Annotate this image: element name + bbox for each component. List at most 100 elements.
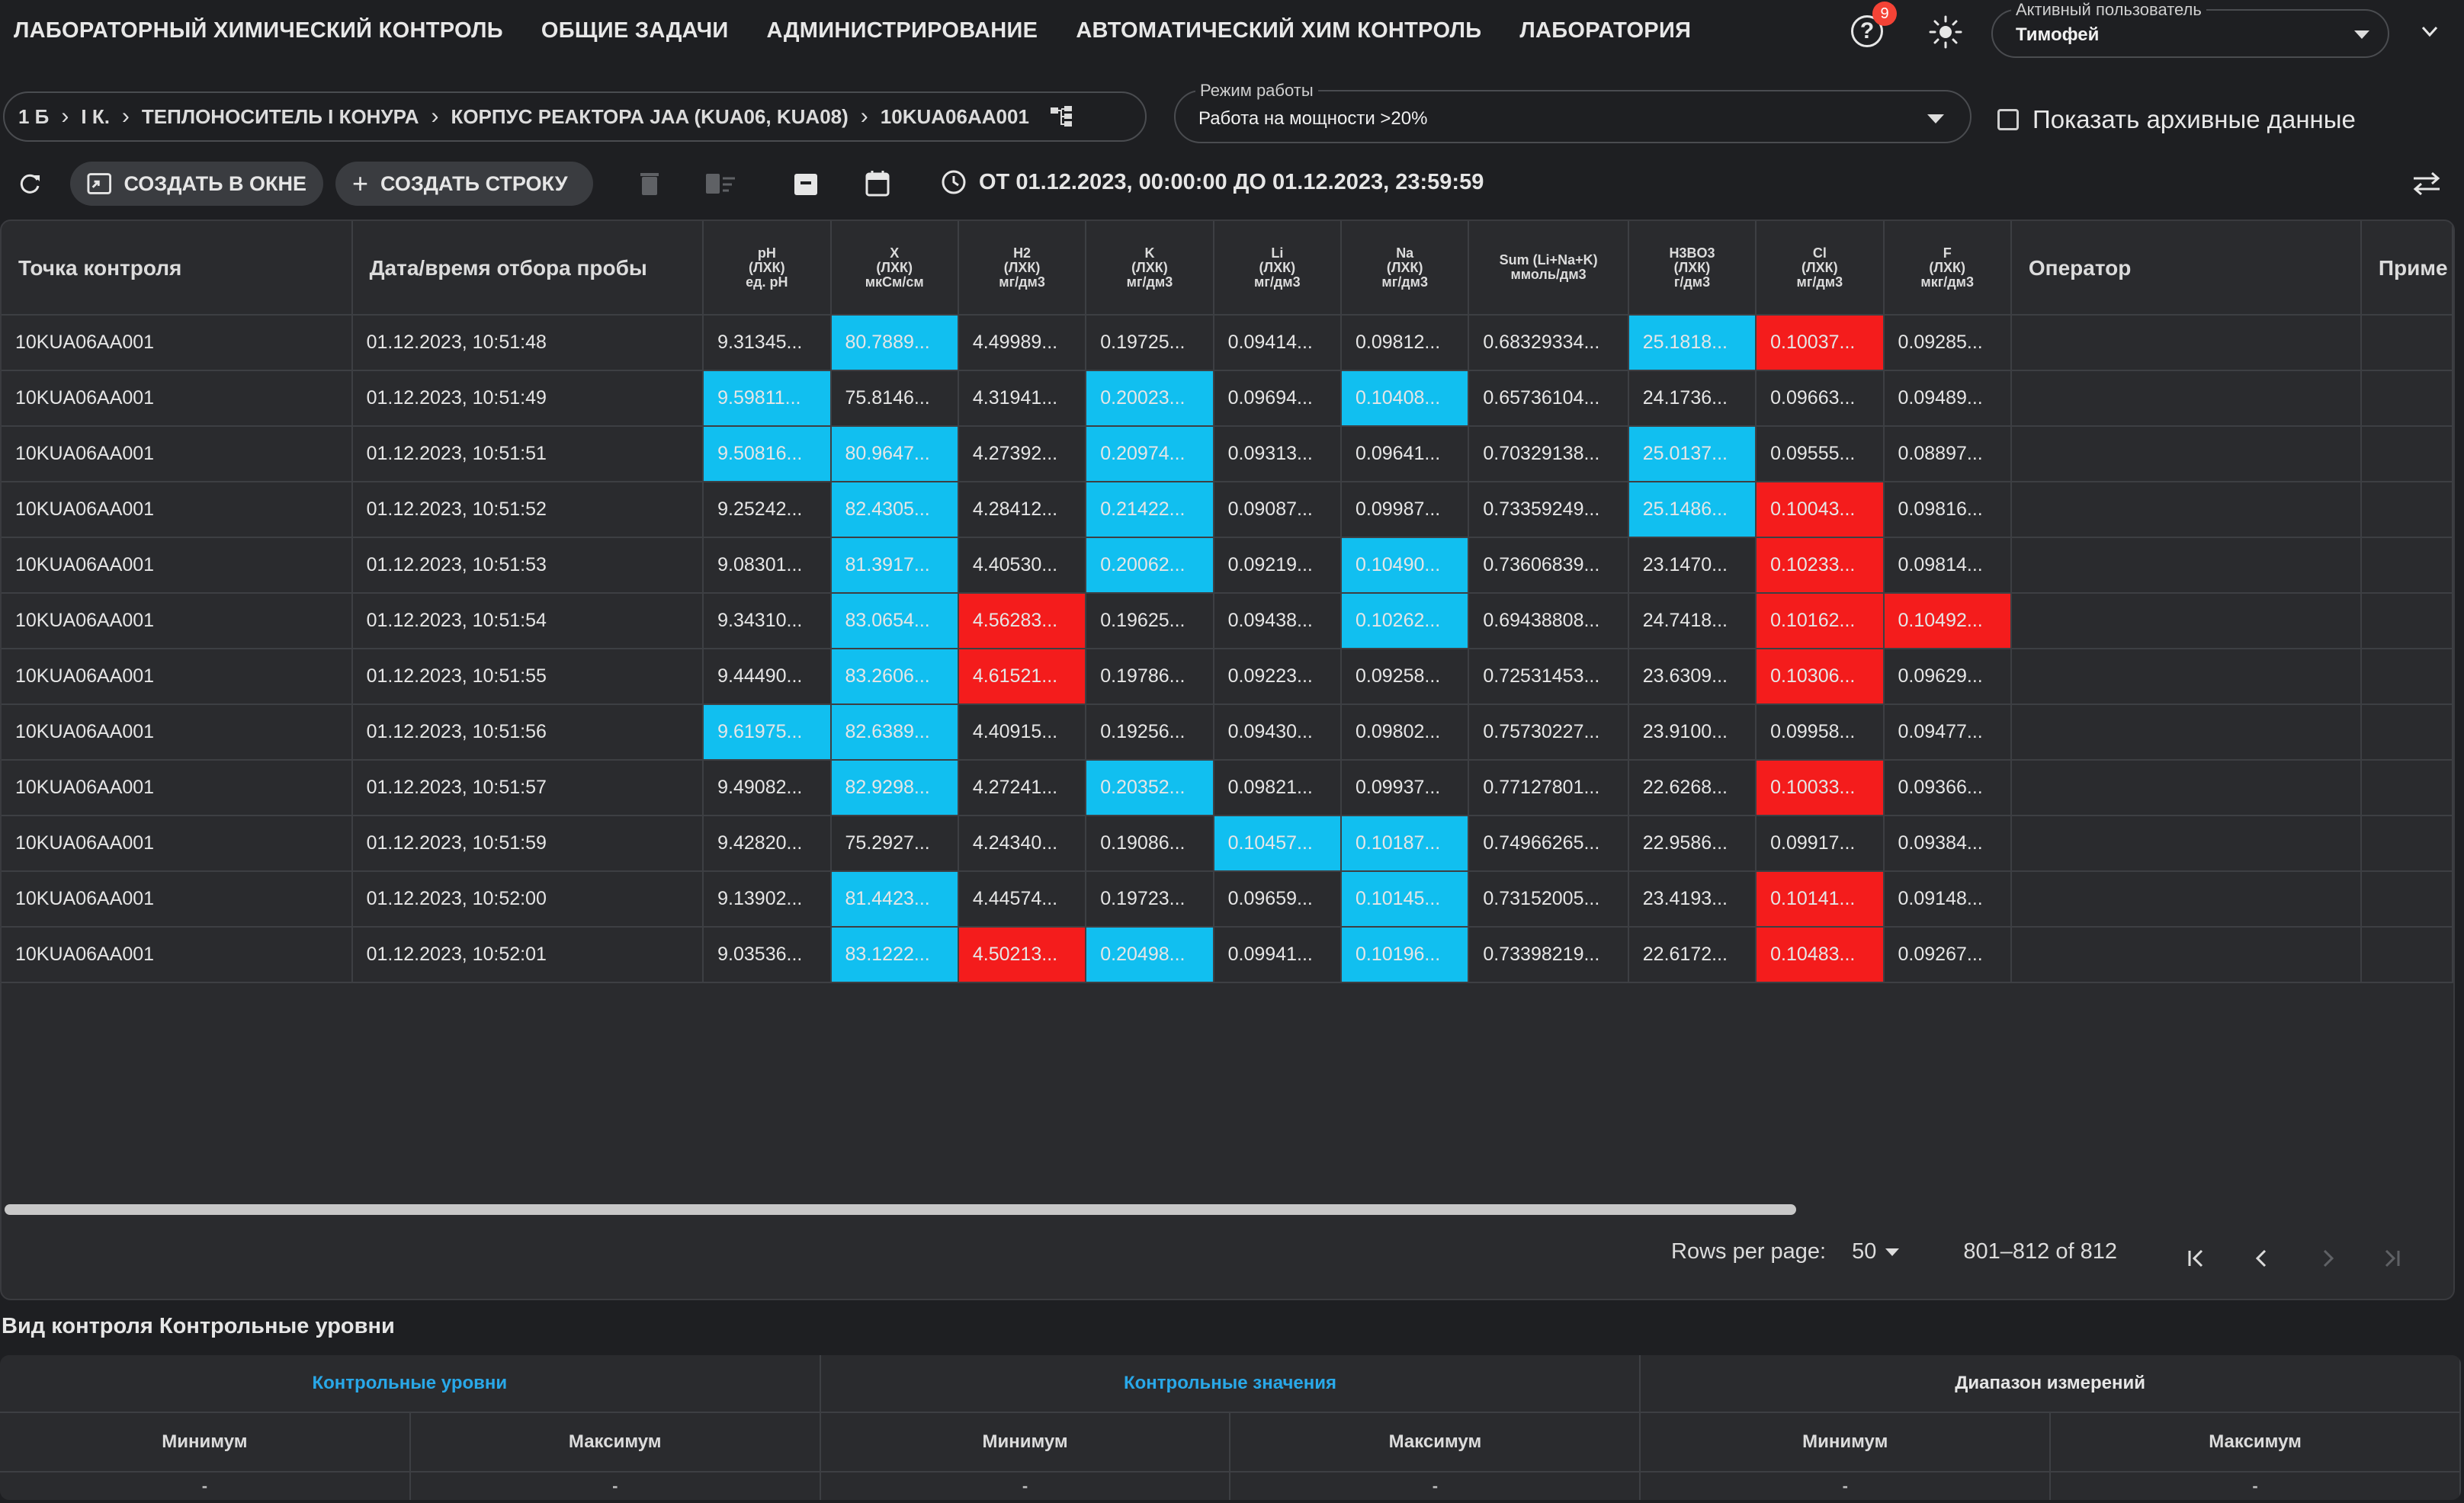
cell-datetime[interactable]: 01.12.2023, 10:52:00 bbox=[351, 871, 704, 928]
cell-f[interactable]: 0.09267... bbox=[1883, 927, 2012, 983]
column-header-f[interactable]: F (ЛХК) мкг/дм3 bbox=[1883, 221, 2012, 316]
cell-li[interactable]: 0.09219... bbox=[1213, 537, 1343, 594]
cell-h2[interactable]: 4.24340... bbox=[958, 816, 1087, 872]
cell-datetime[interactable]: 01.12.2023, 10:51:52 bbox=[351, 482, 704, 538]
cell-cl[interactable]: 0.09917... bbox=[1756, 816, 1885, 872]
chevron-down-icon[interactable] bbox=[1885, 1248, 1900, 1256]
cell-x[interactable]: 82.6389... bbox=[830, 704, 959, 761]
cell-na[interactable]: 0.10187... bbox=[1341, 816, 1470, 872]
table-row[interactable]: 10KUA06AA001 01.12.2023, 10:52:01 9.03536.… bbox=[2, 927, 2453, 983]
cell-operator[interactable] bbox=[2010, 537, 2362, 594]
cell-note[interactable] bbox=[2360, 482, 2453, 538]
calendar-icon[interactable] bbox=[865, 169, 890, 197]
delete-icon[interactable] bbox=[639, 171, 660, 197]
breadcrumb-item[interactable]: ТЕПЛОНОСИТЕЛЬ I КОНУРА bbox=[142, 105, 419, 129]
breadcrumb-item[interactable]: КОРПУС РЕАКТОРА JAA (KUA06, KUA08) bbox=[451, 105, 848, 129]
cell-na[interactable]: 0.09641... bbox=[1341, 426, 1470, 482]
cell-sum[interactable]: 0.73152005... bbox=[1468, 871, 1629, 928]
cell-h3bo3[interactable]: 22.6268... bbox=[1628, 760, 1757, 816]
cell-li[interactable]: 0.09313... bbox=[1213, 426, 1343, 482]
cell-cl[interactable]: 0.10306... bbox=[1756, 649, 1885, 705]
cell-note[interactable] bbox=[2360, 315, 2453, 371]
cell-li[interactable]: 0.09821... bbox=[1213, 760, 1343, 816]
cell-h3bo3[interactable]: 25.0137... bbox=[1628, 426, 1757, 482]
cell-sum[interactable]: 0.68329334... bbox=[1468, 315, 1629, 371]
column-header-ph[interactable]: pH (ЛХК) ед. pH bbox=[703, 221, 832, 316]
nav-laboratory[interactable]: ЛАБОРАТОРИЯ bbox=[1519, 18, 1691, 43]
cell-sum[interactable]: 0.70329138... bbox=[1468, 426, 1629, 482]
cell-point[interactable]: 10KUA06AA001 bbox=[2, 871, 353, 928]
cell-ph[interactable]: 9.08301... bbox=[703, 537, 832, 594]
column-header-sum[interactable]: Sum (Li+Na+K) ммоль/дм3 bbox=[1468, 221, 1629, 316]
cell-li[interactable]: 0.09941... bbox=[1213, 927, 1343, 983]
create-row-button[interactable]: + СОЗДАТЬ СТРОКУ bbox=[335, 162, 593, 206]
cell-h2[interactable]: 4.56283... bbox=[958, 593, 1087, 649]
cell-h2[interactable]: 4.40915... bbox=[958, 704, 1087, 761]
cell-datetime[interactable]: 01.12.2023, 10:51:55 bbox=[351, 649, 704, 705]
cell-ph[interactable]: 9.49082... bbox=[703, 760, 832, 816]
cell-point[interactable]: 10KUA06AA001 bbox=[2, 593, 353, 649]
cell-h2[interactable]: 4.50213... bbox=[958, 927, 1087, 983]
cell-f[interactable]: 0.08897... bbox=[1883, 426, 2012, 482]
cell-datetime[interactable]: 01.12.2023, 10:51:54 bbox=[351, 593, 704, 649]
next-page-icon[interactable] bbox=[2316, 1247, 2339, 1270]
cell-f[interactable]: 0.09489... bbox=[1883, 370, 2012, 427]
cell-li[interactable]: 0.09223... bbox=[1213, 649, 1343, 705]
nav-general-tasks[interactable]: ОБЩИЕ ЗАДАЧИ bbox=[541, 18, 729, 43]
cell-note[interactable] bbox=[2360, 927, 2453, 983]
table-row[interactable]: 10KUA06AA001 01.12.2023, 10:51:48 9.31345.… bbox=[2, 315, 2453, 371]
cell-h3bo3[interactable]: 24.7418... bbox=[1628, 593, 1757, 649]
cell-operator[interactable] bbox=[2010, 760, 2362, 816]
cell-k[interactable]: 0.19256... bbox=[1086, 704, 1214, 761]
cell-x[interactable]: 80.9647... bbox=[830, 426, 959, 482]
cell-operator[interactable] bbox=[2010, 482, 2362, 538]
archive-box-icon[interactable] bbox=[793, 171, 819, 197]
cell-h3bo3[interactable]: 25.1818... bbox=[1628, 315, 1757, 371]
cell-x[interactable]: 75.8146... bbox=[830, 370, 959, 427]
cell-k[interactable]: 0.20062... bbox=[1086, 537, 1214, 594]
cell-f[interactable]: 0.09285... bbox=[1883, 315, 2012, 371]
cell-cl[interactable]: 0.10033... bbox=[1756, 760, 1885, 816]
column-header-point[interactable]: Точка контроля bbox=[2, 221, 353, 316]
cell-operator[interactable] bbox=[2010, 704, 2362, 761]
cell-f[interactable]: 0.09384... bbox=[1883, 816, 2012, 872]
cell-note[interactable] bbox=[2360, 649, 2453, 705]
cell-h2[interactable]: 4.61521... bbox=[958, 649, 1087, 705]
table-row[interactable]: 10KUA06AA001 01.12.2023, 10:52:00 9.13902.… bbox=[2, 871, 2453, 928]
breadcrumb-item[interactable]: 10KUA06AA001 bbox=[881, 105, 1029, 129]
create-in-window-button[interactable]: СОЗДАТЬ В ОКНЕ bbox=[70, 162, 323, 206]
swap-arrows-icon[interactable] bbox=[2411, 171, 2443, 197]
cell-sum[interactable]: 0.75730227... bbox=[1468, 704, 1629, 761]
rows-per-page-select[interactable]: 50 bbox=[1852, 1239, 1876, 1264]
cell-cl[interactable]: 0.10141... bbox=[1756, 871, 1885, 928]
cell-point[interactable]: 10KUA06AA001 bbox=[2, 649, 353, 705]
cell-na[interactable]: 0.10196... bbox=[1341, 927, 1470, 983]
table-row[interactable]: 10KUA06AA001 01.12.2023, 10:51:57 9.49082.… bbox=[2, 760, 2453, 816]
cell-sum[interactable]: 0.73398219... bbox=[1468, 927, 1629, 983]
table-row[interactable]: 10KUA06AA001 01.12.2023, 10:51:59 9.42820.… bbox=[2, 816, 2453, 872]
cell-h2[interactable]: 4.44574... bbox=[958, 871, 1087, 928]
cell-li[interactable]: 0.10457... bbox=[1213, 816, 1343, 872]
table-row[interactable]: 10KUA06AA001 01.12.2023, 10:51:56 9.61975.… bbox=[2, 704, 2453, 761]
cell-h2[interactable]: 4.28412... bbox=[958, 482, 1087, 538]
breadcrumb-item[interactable]: I К. bbox=[81, 105, 110, 129]
cell-sum[interactable]: 0.74966265... bbox=[1468, 816, 1629, 872]
cell-ph[interactable]: 9.25242... bbox=[703, 482, 832, 538]
cell-x[interactable]: 83.1222... bbox=[830, 927, 959, 983]
cell-f[interactable]: 0.09629... bbox=[1883, 649, 2012, 705]
cell-datetime[interactable]: 01.12.2023, 10:52:01 bbox=[351, 927, 704, 983]
cell-li[interactable]: 0.09694... bbox=[1213, 370, 1343, 427]
cell-operator[interactable] bbox=[2010, 593, 2362, 649]
cell-point[interactable]: 10KUA06AA001 bbox=[2, 704, 353, 761]
cell-h2[interactable]: 4.27241... bbox=[958, 760, 1087, 816]
cell-point[interactable]: 10KUA06AA001 bbox=[2, 315, 353, 371]
cell-operator[interactable] bbox=[2010, 871, 2362, 928]
cell-operator[interactable] bbox=[2010, 370, 2362, 427]
cell-cl[interactable]: 0.10233... bbox=[1756, 537, 1885, 594]
cell-li[interactable]: 0.09438... bbox=[1213, 593, 1343, 649]
cell-li[interactable]: 0.09087... bbox=[1213, 482, 1343, 538]
cell-ph[interactable]: 9.61975... bbox=[703, 704, 832, 761]
cell-h3bo3[interactable]: 23.4193... bbox=[1628, 871, 1757, 928]
column-header-datetime[interactable]: Дата/время отбора пробы bbox=[351, 221, 704, 316]
cell-note[interactable] bbox=[2360, 816, 2453, 872]
